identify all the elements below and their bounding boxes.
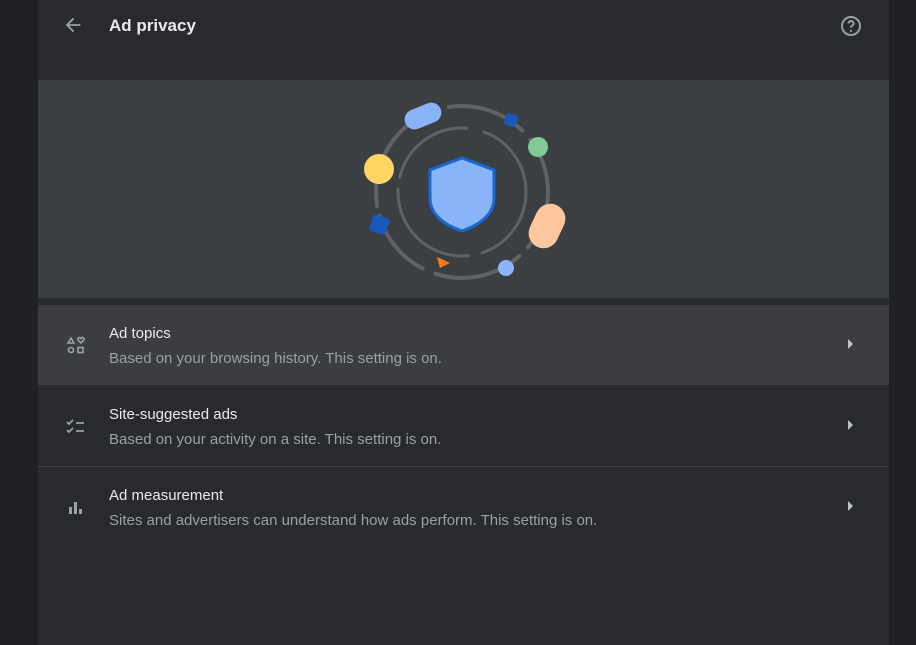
item-subtitle: Based on your activity on a site. This s… [109,431,442,448]
ad-measurement-item[interactable]: Ad measurement Sites and advertisers can… [38,467,889,547]
chevron-right-icon [848,339,853,349]
ad-topics-item[interactable]: Ad topics Based on your browsing history… [38,305,889,385]
ad-topics-shapes-icon [66,336,85,354]
item-title: Ad topics [109,325,171,342]
chevron-right-icon [848,420,853,430]
item-subtitle: Based on your browsing history. This set… [109,350,442,367]
checklist-icon [66,419,84,434]
shield-illustration [364,102,566,280]
item-title: Ad measurement [109,487,224,504]
item-title: Site-suggested ads [109,406,238,423]
page-title: Ad privacy [109,16,196,35]
shield-icon [428,156,496,233]
chevron-right-icon [848,501,853,511]
header: Ad privacy [38,0,889,52]
ad-privacy-illustration [38,80,889,298]
help-circle-icon[interactable] [839,14,863,38]
ad-privacy-panel: Ad privacy Ad topics Based on your brows… [38,0,889,645]
site-suggested-ads-item[interactable]: Site-suggested ads Based on your activit… [38,386,889,466]
item-subtitle: Sites and advertisers can understand how… [109,512,598,529]
arrow-back-icon[interactable] [62,14,84,36]
bar-chart-icon [69,502,82,514]
